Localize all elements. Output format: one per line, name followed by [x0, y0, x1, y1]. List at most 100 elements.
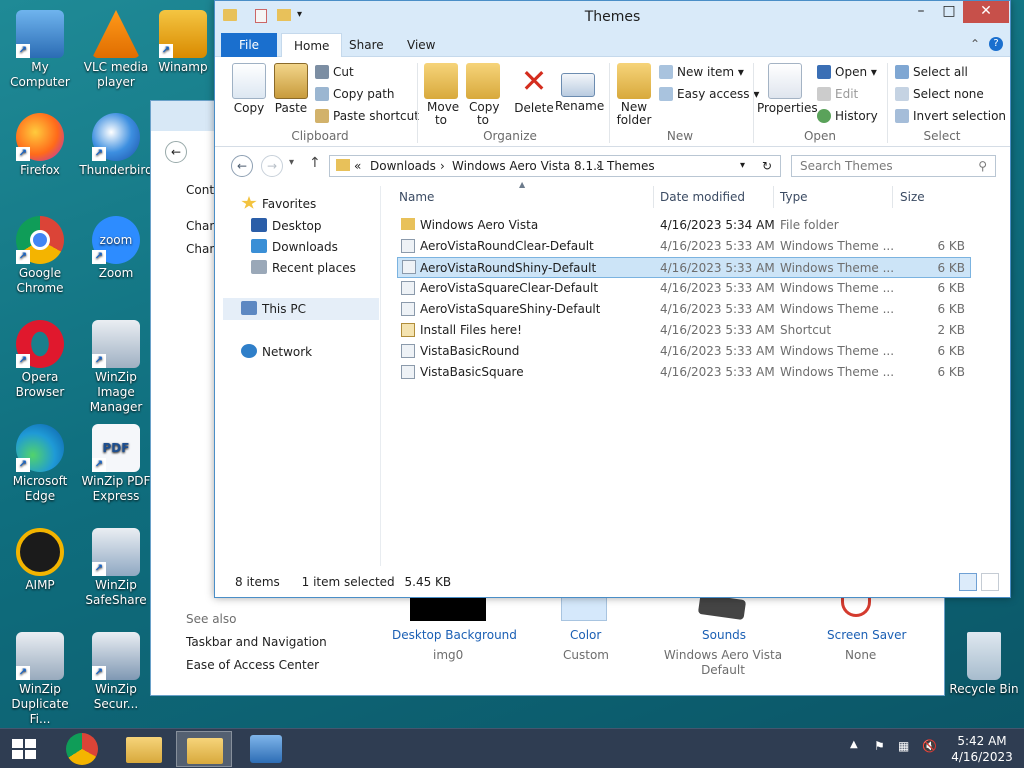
edit-button[interactable]: Edit — [817, 87, 858, 101]
invert-selection-button[interactable]: Invert selection — [895, 109, 1006, 123]
new-folder-button[interactable]: New folder — [615, 63, 653, 127]
desktop-icon-winzip-pdf[interactable]: PDF ↗ WinZip PDF Express — [76, 424, 156, 504]
paste-shortcut-button[interactable]: Paste shortcut — [315, 109, 419, 123]
nav-desktop[interactable]: Desktop — [251, 218, 322, 233]
desktop-icon-chrome[interactable]: ↗ Google Chrome — [0, 216, 80, 296]
crumb-downloads[interactable]: Downloads — [370, 156, 436, 176]
select-none-button[interactable]: Select none — [895, 87, 984, 101]
cut-button[interactable]: Cut — [315, 65, 354, 79]
address-box[interactable]: « Downloads › Windows Aero Vista 8.1.1 ›… — [329, 155, 781, 177]
file-row[interactable]: VistaBasicRound 4/16/2023 5:33 AM Window… — [397, 341, 971, 362]
file-row[interactable]: Install Files here! 4/16/2023 5:33 AM Sh… — [397, 320, 971, 341]
cp-back-button[interactable]: ← — [165, 141, 187, 163]
column-size[interactable]: Size — [900, 186, 925, 208]
desktop-icon-thunderbird[interactable]: ↗ Thunderbird — [76, 113, 156, 178]
file-row-selected[interactable]: AeroVistaRoundShiny-Default 4/16/2023 5:… — [397, 257, 971, 278]
desktop-icon-winzip-secure[interactable]: ↗ WinZip Secur... — [76, 632, 156, 712]
desktop-icon-vlc[interactable]: VLC media player — [76, 10, 156, 90]
explorer-window[interactable]: ▾ Themes – □ ✕ File Home Share View ⌃ ? … — [214, 0, 1011, 598]
nav-this-pc[interactable]: This PC — [223, 298, 379, 320]
pane-divider[interactable] — [380, 186, 381, 566]
action-center-flag-icon[interactable]: ⚑ — [874, 739, 885, 753]
desktop-icon-winamp[interactable]: ↗ Winamp — [152, 10, 214, 75]
file-row[interactable]: AeroVistaSquareShiny-Default 4/16/2023 5… — [397, 299, 971, 320]
column-type[interactable]: Type — [780, 186, 808, 208]
minimize-button[interactable]: – — [907, 1, 935, 23]
column-name[interactable]: Name — [399, 186, 649, 208]
open-button[interactable]: Open ▾ — [817, 65, 877, 79]
screen-saver-link[interactable]: Screen Saver — [827, 628, 906, 642]
properties-button[interactable]: Properties — [757, 63, 818, 115]
history-button[interactable]: History — [817, 109, 878, 123]
link-taskbar-navigation[interactable]: Taskbar and Navigation — [186, 635, 327, 649]
desktop-icon-winzip-duplicate[interactable]: ↗ WinZip Duplicate Fi... — [0, 632, 80, 727]
move-to-button[interactable]: Move to — [423, 63, 459, 127]
tab-view[interactable]: View — [395, 33, 447, 57]
network-tray-icon[interactable]: ▦ — [898, 739, 909, 753]
desktop-background-thumb[interactable] — [410, 597, 486, 621]
desktop-icon-firefox[interactable]: ↗ Firefox — [0, 113, 80, 178]
large-icons-view-button[interactable] — [981, 573, 999, 591]
screen-saver-thumb[interactable] — [841, 597, 871, 617]
desktop-background-link[interactable]: Desktop Background — [392, 628, 517, 642]
new-item-button[interactable]: New item ▾ — [659, 65, 744, 79]
back-button[interactable]: ← — [231, 155, 253, 177]
explorer-title-bar[interactable]: ▾ Themes – □ ✕ — [215, 1, 1010, 33]
clock[interactable]: 5:42 AM 4/16/2023 — [944, 733, 1020, 765]
sounds-link[interactable]: Sounds — [702, 628, 746, 642]
rename-button[interactable]: Rename — [555, 63, 604, 113]
desktop-icon-winzip-image[interactable]: ↗ WinZip Image Manager — [76, 320, 156, 415]
cp-link-2[interactable]: Chan — [186, 219, 217, 233]
tab-share[interactable]: Share — [337, 33, 396, 57]
taskbar-control-panel[interactable] — [238, 731, 294, 767]
crumb-themes[interactable]: Themes — [607, 156, 655, 176]
desktop-icon-zoom[interactable]: zoom ↗ Zoom — [76, 216, 156, 281]
copy-button[interactable]: Copy — [231, 63, 267, 115]
easy-access-button[interactable]: Easy access ▾ — [659, 87, 759, 101]
desktop-icon-winzip-safeshare[interactable]: ↗ WinZip SafeShare — [76, 528, 156, 608]
link-ease-of-access[interactable]: Ease of Access Center — [186, 658, 319, 672]
taskbar-chrome[interactable] — [54, 731, 110, 767]
cp-link-3[interactable]: Chan — [186, 242, 217, 256]
file-row[interactable]: AeroVistaSquareClear-Default 4/16/2023 5… — [397, 278, 971, 299]
delete-button[interactable]: ✕ Delete — [513, 63, 555, 115]
column-date-modified[interactable]: Date modified — [660, 186, 745, 208]
help-icon[interactable]: ? — [989, 37, 1003, 51]
taskbar-file-explorer[interactable] — [116, 731, 172, 767]
nav-recent-places[interactable]: Recent places — [251, 260, 356, 275]
show-hidden-icons-button[interactable]: ▲ — [850, 739, 858, 750]
address-overflow[interactable]: « — [354, 156, 361, 176]
close-button[interactable]: ✕ — [963, 1, 1009, 23]
nav-downloads[interactable]: Downloads — [251, 239, 338, 254]
collapse-ribbon-icon[interactable]: ⌃ — [970, 37, 980, 51]
tab-home[interactable]: Home — [281, 33, 343, 57]
file-row[interactable]: VistaBasicSquare 4/16/2023 5:33 AM Windo… — [397, 362, 971, 383]
select-all-button[interactable]: Select all — [895, 65, 968, 79]
start-button[interactable] — [0, 731, 48, 767]
file-row[interactable]: Windows Aero Vista 4/16/2023 5:34 AM Fil… — [397, 215, 971, 236]
maximize-button[interactable]: □ — [935, 1, 963, 23]
desktop-icon-aimp[interactable]: AIMP — [0, 528, 80, 593]
desktop-icon-recycle-bin[interactable]: Recycle Bin — [944, 632, 1024, 697]
desktop-icon-edge[interactable]: ↗ Microsoft Edge — [0, 424, 80, 504]
taskbar-explorer-active[interactable] — [176, 731, 232, 767]
volume-muted-icon[interactable]: 🔇 — [922, 739, 937, 753]
up-button[interactable]: ↑ — [309, 155, 321, 171]
nav-network[interactable]: Network — [241, 344, 312, 359]
recent-locations-button[interactable]: ▾ — [289, 157, 294, 168]
nav-favorites[interactable]: Favorites — [241, 196, 316, 211]
tab-file[interactable]: File — [221, 33, 277, 57]
search-input[interactable]: Search Themes ⚲ — [791, 155, 996, 177]
details-view-button[interactable] — [959, 573, 977, 591]
color-thumb[interactable] — [561, 597, 607, 621]
desktop-icon-opera[interactable]: ↗ Opera Browser — [0, 320, 80, 400]
file-row[interactable]: AeroVistaRoundClear-Default 4/16/2023 5:… — [397, 236, 971, 257]
color-link[interactable]: Color — [570, 628, 601, 642]
crumb-aero-vista[interactable]: Windows Aero Vista 8.1.1 — [452, 156, 605, 176]
paste-button[interactable]: Paste — [273, 63, 309, 115]
address-dropdown-icon[interactable]: ▾ — [740, 156, 745, 176]
forward-button[interactable]: → — [261, 155, 283, 177]
desktop-icon-my-computer[interactable]: ↗ My Computer — [0, 10, 80, 90]
refresh-icon[interactable]: ↻ — [762, 156, 772, 176]
copy-to-button[interactable]: Copy to — [465, 63, 501, 127]
